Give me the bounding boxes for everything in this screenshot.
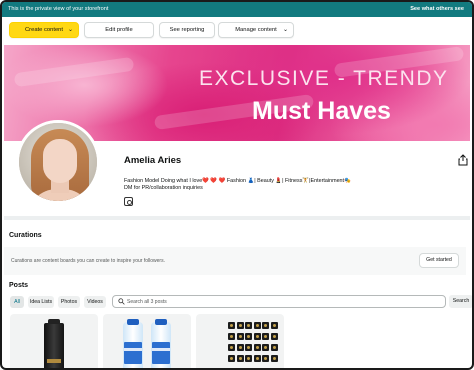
curations-title: Curations (9, 232, 42, 239)
product-image (44, 319, 64, 368)
posts-title: Posts (9, 282, 29, 289)
create-content-button[interactable]: Create content ⌄ (9, 22, 79, 38)
product-thumbnail (236, 344, 244, 351)
create-content-label: Create content (24, 27, 64, 33)
private-view-bar: This is the private view of your storefr… (2, 2, 472, 17)
see-what-others-see-link[interactable]: See what others see (410, 6, 464, 12)
chevron-down-icon: ⌄ (67, 27, 73, 33)
search-button[interactable]: Search (449, 295, 472, 308)
product-thumbnail (262, 322, 269, 329)
tab-videos[interactable]: Videos (84, 296, 106, 308)
product-thumbnail (245, 344, 252, 351)
section-divider (4, 216, 470, 220)
profile-name: Amelia Aries (124, 155, 182, 166)
search-placeholder: Search all 3 posts (127, 299, 167, 305)
manage-content-label: Manage content (235, 27, 277, 33)
product-thumbnail (262, 344, 269, 351)
product-thumbnail (262, 355, 269, 362)
get-started-button[interactable]: Get started (419, 253, 459, 268)
edit-profile-label: Edit profile (105, 27, 133, 33)
banner-brush-stroke (13, 56, 135, 88)
post-card[interactable] (103, 314, 191, 368)
product-thumbnail (253, 322, 261, 329)
product-thumbnail (245, 322, 252, 329)
product-thumbnail (270, 322, 278, 329)
product-image (151, 319, 171, 368)
action-bar: Create content ⌄ Edit profile See report… (9, 22, 469, 40)
product-thumbnail (262, 333, 269, 340)
product-thumbnail (253, 333, 261, 340)
see-reporting-button[interactable]: See reporting (159, 22, 215, 38)
product-grid-image (228, 322, 278, 368)
see-reporting-label: See reporting (169, 27, 205, 33)
profile-bio: Fashion Model Doing what I love❤️ ❤️ ❤️ … (124, 178, 454, 192)
banner-subheadline: Must Haves (252, 97, 391, 125)
manage-content-button[interactable]: Manage content ⌄ (218, 22, 294, 38)
product-thumbnail (253, 344, 261, 351)
search-input[interactable]: Search all 3 posts (112, 295, 446, 308)
tab-all[interactable]: All (10, 296, 24, 308)
banner-headline: EXCLUSIVE - TRENDY (199, 67, 449, 90)
product-thumbnail (270, 333, 278, 340)
product-thumbnail (228, 344, 235, 351)
search-icon (118, 298, 125, 305)
product-thumbnail (228, 333, 235, 340)
share-icon[interactable] (458, 154, 468, 166)
tab-photos[interactable]: Photos (58, 296, 80, 308)
chevron-down-icon: ⌄ (282, 27, 288, 33)
product-thumbnail (245, 333, 252, 340)
edit-profile-button[interactable]: Edit profile (84, 22, 154, 38)
curations-panel: Curations are content boards you can cre… (4, 247, 466, 275)
product-thumbnail (236, 355, 244, 362)
product-thumbnail (270, 344, 278, 351)
tab-idea-lists[interactable]: Idea Lists (28, 296, 54, 308)
instagram-icon[interactable] (124, 197, 133, 206)
bio-line: DM for PR/collaboration inquiries (124, 185, 203, 192)
product-thumbnail (228, 322, 235, 329)
product-image (123, 319, 143, 368)
product-thumbnail (245, 355, 252, 362)
storefront-page: This is the private view of your storefr… (0, 0, 474, 370)
product-thumbnail (236, 322, 244, 329)
product-thumbnail (270, 355, 278, 362)
product-thumbnail (236, 333, 244, 340)
avatar (16, 120, 100, 204)
product-thumbnail (253, 355, 261, 362)
product-thumbnail (228, 355, 235, 362)
curations-description: Curations are content boards you can cre… (11, 258, 165, 264)
post-card[interactable] (10, 314, 98, 368)
private-view-notice: This is the private view of your storefr… (8, 6, 109, 12)
bio-line: Fashion Model Doing what I love❤️ ❤️ ❤️ … (124, 178, 351, 184)
